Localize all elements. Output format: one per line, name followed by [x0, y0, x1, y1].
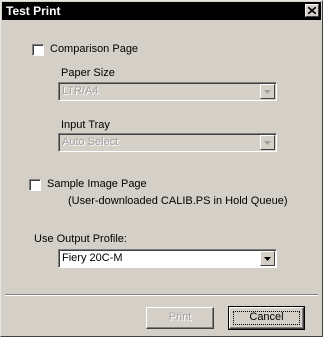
input-tray-label: Input Tray	[61, 119, 110, 131]
cancel-button[interactable]: Cancel	[228, 306, 305, 330]
test-print-dialog: Test Print Comparison Page Paper Size LT…	[0, 0, 323, 337]
close-button[interactable]	[305, 4, 319, 17]
window-title: Test Print	[6, 4, 61, 18]
sample-image-page-label: Sample Image Page	[47, 178, 147, 190]
paper-size-value: LTR/A4	[62, 85, 99, 97]
print-button[interactable]: Print	[146, 307, 214, 329]
input-tray-select[interactable]: Auto Select	[58, 133, 277, 152]
comparison-page-checkbox[interactable]	[32, 44, 44, 56]
output-profile-value: Fiery 20C-M	[62, 252, 123, 264]
sample-image-page-checkbox[interactable]	[29, 179, 41, 191]
output-profile-label: Use Output Profile:	[34, 233, 127, 245]
paper-size-dropdown-button[interactable]	[260, 84, 275, 99]
cancel-button-label: Cancel	[249, 311, 284, 323]
input-tray-dropdown-button[interactable]	[260, 135, 275, 150]
paper-size-label: Paper Size	[61, 67, 115, 79]
chevron-down-icon	[264, 141, 271, 145]
input-tray-value: Auto Select	[62, 136, 119, 148]
output-profile-select[interactable]: Fiery 20C-M	[58, 249, 277, 268]
title-bar[interactable]: Test Print	[2, 2, 321, 20]
divider	[5, 294, 318, 296]
close-icon	[308, 7, 316, 14]
chevron-down-icon	[264, 90, 271, 94]
paper-size-select[interactable]: LTR/A4	[58, 82, 277, 101]
comparison-page-label: Comparison Page	[50, 43, 139, 55]
sample-image-page-note: (User-downloaded CALIB.PS in Hold Queue)	[68, 195, 288, 207]
print-button-label: Print	[168, 311, 192, 323]
output-profile-dropdown-button[interactable]	[260, 251, 275, 266]
chevron-down-icon	[264, 257, 271, 261]
